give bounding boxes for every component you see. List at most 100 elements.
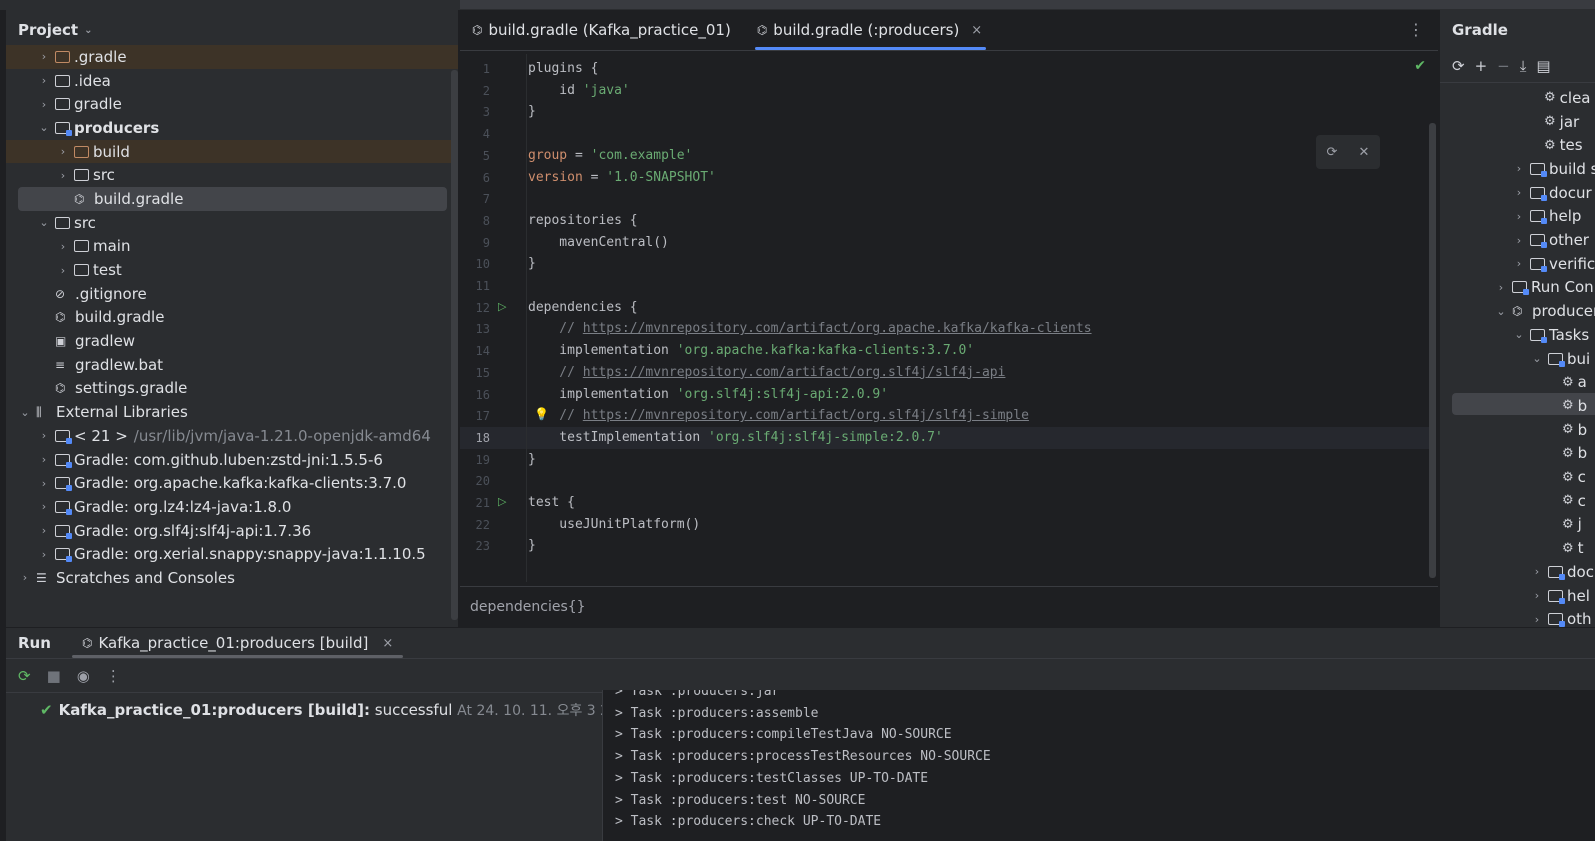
- chevron-right-icon[interactable]: ›: [1494, 281, 1508, 294]
- tree-item[interactable]: › Gradle: org.apache.kafka:kafka-clients:…: [6, 471, 458, 495]
- chevron-right-icon[interactable]: ›: [1530, 613, 1544, 626]
- editor-tab[interactable]: ⌬ build.gradle (Kafka_practice_01): [460, 10, 745, 50]
- tree-item[interactable]: › Gradle: org.slf4j:slf4j-api:1.7.36: [6, 519, 458, 543]
- code-link[interactable]: https://mvnrepository.com/artifact/org.a…: [583, 321, 1092, 336]
- chevron-right-icon[interactable]: ›: [1530, 565, 1544, 578]
- gradle-tree-item[interactable]: › help: [1512, 205, 1582, 229]
- chevron-right-icon[interactable]: ›: [37, 74, 51, 87]
- chevron-down-icon[interactable]: ⌄: [1494, 305, 1508, 318]
- gradle-tree-item[interactable]: › other: [1512, 228, 1589, 252]
- gradle-tree-item[interactable]: › docur: [1512, 181, 1592, 205]
- chevron-right-icon[interactable]: ›: [56, 145, 70, 158]
- close-icon[interactable]: ✕: [1359, 145, 1370, 160]
- tree-item[interactable]: › .gradle: [6, 45, 458, 69]
- chevron-right-icon[interactable]: ›: [37, 453, 51, 466]
- tree-item[interactable]: › .idea: [6, 69, 458, 93]
- download-icon[interactable]: ⤓: [1520, 57, 1527, 75]
- gradle-tree-item[interactable]: ⌄ Tasks: [1512, 323, 1589, 347]
- gradle-tree-item[interactable]: ⚙ b: [1548, 418, 1587, 442]
- chevron-right-icon[interactable]: ›: [1512, 162, 1526, 175]
- tree-item[interactable]: ⌄ producers: [6, 116, 458, 140]
- console-output[interactable]: > Task :producers:jar > Task :producers:a…: [602, 690, 1595, 841]
- no-problems-check-icon[interactable]: ✔: [1414, 58, 1426, 74]
- gradle-sync-icon[interactable]: ⟳: [1327, 145, 1338, 160]
- chevron-right-icon[interactable]: ›: [1512, 186, 1526, 199]
- chevron-down-icon[interactable]: ⌄: [1512, 328, 1526, 341]
- tree-item[interactable]: ⌬ build.gradle: [18, 187, 447, 211]
- code-editor[interactable]: ✔ ⟳ ✕ 1 plugins {2 id 'java' 3} 4 5 group = '…: [460, 54, 1438, 582]
- breadcrumb[interactable]: dependencies{}: [460, 586, 1438, 626]
- tree-item[interactable]: › Gradle: com.github.luben:zstd-jni:1.5.5…: [6, 448, 458, 472]
- project-scrollbar[interactable]: [451, 70, 458, 620]
- tree-item[interactable]: › Gradle: org.xerial.snappy:snappy-java:1…: [6, 542, 458, 566]
- editor-scrollbar[interactable]: [1429, 123, 1436, 578]
- tree-item[interactable]: › gradle: [6, 92, 458, 116]
- tree-item[interactable]: › < 21 > /usr/lib/jvm/java-1.21.0-openjdk-…: [6, 424, 458, 448]
- gradle-tree-item[interactable]: ⚙ c: [1548, 465, 1586, 489]
- tree-item[interactable]: › main: [6, 235, 458, 259]
- chevron-right-icon[interactable]: ›: [37, 50, 51, 63]
- tree-item[interactable]: ⌬ build.gradle: [6, 306, 458, 330]
- close-icon[interactable]: ×: [382, 636, 393, 651]
- gradle-tree-item[interactable]: › build s: [1512, 157, 1595, 181]
- close-icon[interactable]: ×: [971, 23, 982, 38]
- tree-item[interactable]: › build: [6, 139, 458, 164]
- chevron-down-icon[interactable]: ⌄: [84, 25, 92, 36]
- gradle-tree-item[interactable]: › oth: [1530, 607, 1592, 627]
- gradle-tree-item[interactable]: ⚙ j: [1548, 513, 1582, 537]
- stop-icon[interactable]: ■: [47, 667, 61, 685]
- tree-item[interactable]: ⌬ settings.gradle: [6, 377, 458, 401]
- chevron-right-icon[interactable]: ›: [56, 169, 70, 182]
- more-icon[interactable]: ⋮: [106, 667, 121, 685]
- run-tab[interactable]: ⌬ Kafka_practice_01:producers [build] ×: [70, 628, 405, 658]
- chevron-right-icon[interactable]: ›: [37, 429, 51, 442]
- chevron-right-icon[interactable]: ›: [37, 524, 51, 537]
- tree-item[interactable]: ⌄ src: [6, 211, 458, 235]
- title-bar-handle[interactable]: [460, 0, 1595, 9]
- chevron-right-icon[interactable]: ›: [37, 500, 51, 513]
- tree-item[interactable]: › ☰ Scratches and Consoles: [6, 566, 458, 590]
- gradle-tree-item[interactable]: › verific: [1512, 252, 1595, 276]
- group-icon[interactable]: ▤: [1536, 57, 1550, 75]
- chevron-right-icon[interactable]: ›: [1530, 589, 1544, 602]
- chevron-right-icon[interactable]: ›: [1512, 210, 1526, 223]
- gradle-tree-item[interactable]: ⚙ tes: [1530, 133, 1583, 157]
- chevron-down-icon[interactable]: ⌄: [37, 216, 51, 229]
- gradle-tree-item[interactable]: ⚙ a: [1548, 370, 1587, 394]
- gradle-tree-item[interactable]: ⌄ ⌬ producer: [1494, 299, 1595, 323]
- tab-menu-icon[interactable]: ⋮: [1408, 20, 1424, 39]
- code-link[interactable]: https://mvnrepository.com/artifact/org.s…: [583, 365, 1006, 380]
- tree-item[interactable]: ⊘ .gitignore: [6, 282, 458, 306]
- eye-icon[interactable]: ◉: [77, 667, 90, 685]
- chevron-right-icon[interactable]: ›: [56, 264, 70, 277]
- gradle-tree-item[interactable]: ⚙ b: [1548, 442, 1587, 466]
- chevron-right-icon[interactable]: ›: [37, 477, 51, 490]
- lightbulb-icon[interactable]: 💡: [534, 407, 549, 421]
- chevron-right-icon[interactable]: ›: [56, 240, 70, 253]
- chevron-right-icon[interactable]: ›: [1512, 234, 1526, 247]
- chevron-down-icon[interactable]: ⌄: [18, 406, 32, 419]
- gradle-tree-item[interactable]: ⚙ t: [1548, 536, 1584, 560]
- run-gutter-icon[interactable]: ▷: [498, 300, 506, 313]
- code-link[interactable]: https://mvnrepository.com/artifact/org.s…: [583, 408, 1029, 423]
- chevron-right-icon[interactable]: ›: [18, 571, 32, 584]
- gradle-tree-item[interactable]: ⚙ clea: [1530, 86, 1591, 110]
- chevron-right-icon[interactable]: ›: [37, 98, 51, 111]
- tree-item[interactable]: › src: [6, 163, 458, 187]
- chevron-down-icon[interactable]: ⌄: [1530, 352, 1544, 365]
- gradle-tree-item[interactable]: ⚙ jar: [1530, 110, 1579, 134]
- chevron-down-icon[interactable]: ⌄: [37, 121, 51, 134]
- breadcrumb-item[interactable]: dependencies{}: [470, 599, 586, 615]
- editor-tab[interactable]: ⌬ build.gradle (:producers) ×: [745, 10, 996, 50]
- reload-icon[interactable]: ⟳: [1452, 57, 1465, 75]
- run-gutter-icon[interactable]: ▷: [498, 495, 506, 508]
- project-header[interactable]: Project ⌄: [6, 10, 458, 50]
- chevron-right-icon[interactable]: ›: [37, 548, 51, 561]
- collapse-icon[interactable]: −: [1497, 57, 1510, 75]
- build-result-row[interactable]: ✔ Kafka_practice_01:producers [build]: su…: [40, 700, 652, 720]
- gradle-tree-item[interactable]: › Run Con: [1494, 276, 1594, 300]
- tree-item[interactable]: ≡ gradlew.bat: [6, 353, 458, 377]
- tree-item[interactable]: ▣ gradlew: [6, 329, 458, 353]
- gradle-tree-item[interactable]: ⚙ c: [1548, 489, 1586, 513]
- gradle-tree-item[interactable]: ⌄ bui: [1530, 347, 1590, 371]
